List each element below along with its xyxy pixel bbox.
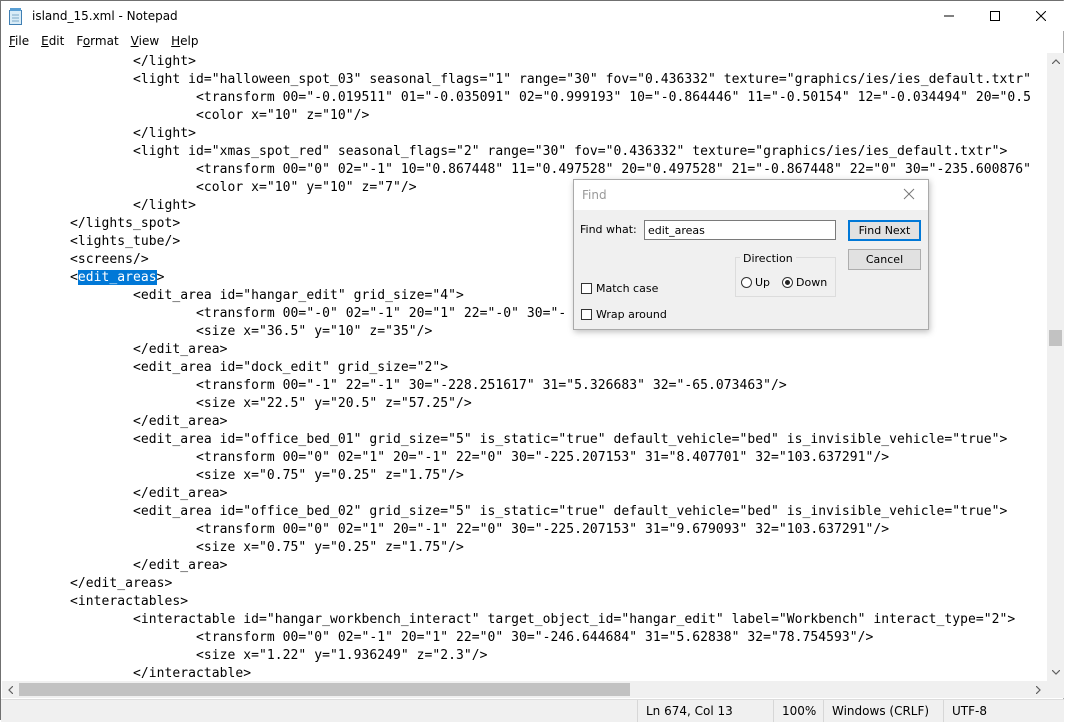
scroll-left-arrow[interactable] bbox=[2, 681, 19, 698]
menu-edit-rest: dit bbox=[48, 34, 65, 48]
minimize-button[interactable] bbox=[926, 1, 972, 31]
scroll-up-arrow[interactable] bbox=[1047, 53, 1064, 70]
wrap-around-box[interactable] bbox=[581, 309, 592, 320]
chevron-right-icon bbox=[1036, 685, 1041, 694]
code-line: <transform 00="0" 02="1" 20="-1" 22="0" … bbox=[7, 450, 890, 465]
code-line: <size x="22.5" y="20.5" z="57.25"/> bbox=[7, 396, 472, 411]
find-dialog-close-button[interactable] bbox=[903, 188, 917, 202]
code-line: </interactable> bbox=[7, 666, 252, 681]
find-dialog-title: Find bbox=[582, 188, 607, 202]
notepad-app-icon bbox=[9, 8, 23, 25]
direction-up-radio[interactable]: Up bbox=[741, 276, 770, 289]
code-line: </edit_area> bbox=[7, 342, 228, 357]
notepad-window: island_15.xml - Notepad File Edit Format… bbox=[0, 0, 1064, 722]
wrap-around-label: Wrap around bbox=[596, 308, 667, 321]
menu-file-rest: ile bbox=[15, 34, 30, 48]
scrollbar-corner bbox=[1047, 681, 1064, 698]
chevron-left-icon bbox=[8, 685, 13, 694]
direction-down-radio[interactable]: Down bbox=[782, 276, 827, 289]
code-line: <size x="1.22" y="1.936249" z="2.3"/> bbox=[7, 648, 488, 663]
title-bar: island_15.xml - Notepad bbox=[1, 1, 1064, 31]
vertical-scroll-thumb[interactable] bbox=[1049, 330, 1062, 346]
code-line: <transform 00="-1" 22="-1" 30="-228.2516… bbox=[7, 378, 787, 393]
horizontal-scrollbar[interactable] bbox=[2, 681, 1047, 698]
scroll-right-arrow[interactable] bbox=[1030, 681, 1047, 698]
direction-label: Direction bbox=[740, 252, 796, 265]
code-line: <edit_area id="office_bed_01" grid_size=… bbox=[7, 432, 1008, 447]
editor-content[interactable]: </light> <light id="halloween_spot_03" s… bbox=[7, 53, 1031, 681]
menu-edit[interactable]: Edit bbox=[41, 32, 64, 52]
menu-view[interactable]: View bbox=[131, 32, 159, 52]
code-line: <transform 00="0" 02="1" 20="-1" 22="0" … bbox=[7, 522, 890, 537]
code-line: </edit_area> bbox=[7, 486, 228, 501]
horizontal-scroll-thumb[interactable] bbox=[19, 683, 630, 696]
menu-help-accel: H bbox=[171, 34, 181, 48]
code-line: <interactables> bbox=[7, 594, 189, 609]
radio-down-circle[interactable] bbox=[782, 277, 793, 288]
selected-text: edit_areas bbox=[77, 270, 157, 285]
code-line: <light id="halloween_spot_03" seasonal_f… bbox=[7, 72, 1031, 87]
direction-up-label: Up bbox=[755, 276, 771, 289]
code-line: </edit_areas> bbox=[7, 576, 173, 591]
code-line: <edit_area id="office_bed_02" grid_size=… bbox=[7, 504, 1008, 519]
code-line: <size x="0.75" y="0.25" z="1.75"/> bbox=[7, 468, 464, 483]
close-icon bbox=[903, 188, 915, 200]
close-window-button[interactable] bbox=[1018, 1, 1064, 31]
status-encoding: UTF-8 bbox=[943, 700, 1064, 722]
cancel-button[interactable]: Cancel bbox=[848, 249, 921, 270]
find-what-input[interactable] bbox=[644, 220, 836, 240]
menu-help[interactable]: Help bbox=[171, 32, 198, 52]
menu-edit-accel: E bbox=[41, 34, 49, 48]
find-what-label: Find what: bbox=[580, 223, 637, 236]
menu-help-rest: elp bbox=[180, 34, 199, 48]
match-case-box[interactable] bbox=[581, 283, 592, 294]
code-line: </edit_area> bbox=[7, 414, 228, 429]
code-line: <size x="0.75" y="0.25" z="1.75"/> bbox=[7, 540, 464, 555]
menu-bar: File Edit Format View Help bbox=[1, 32, 1064, 52]
menu-view-accel: V bbox=[130, 34, 139, 48]
find-next-button[interactable]: Find Next bbox=[848, 220, 921, 241]
chevron-up-icon bbox=[1051, 59, 1060, 64]
code-line: <transform 00="0" 02="-1" 20="1" 22="0" … bbox=[7, 630, 874, 645]
radio-up-circle[interactable] bbox=[741, 277, 752, 288]
code-line: <interactable id="hangar_workbench_inter… bbox=[7, 612, 1016, 627]
chevron-down-icon bbox=[1051, 670, 1060, 675]
text-editor[interactable]: </light> <light id="halloween_spot_03" s… bbox=[2, 53, 1047, 681]
code-line: <edit_area id="dock_edit" grid_size="2"> bbox=[7, 360, 449, 375]
code-line: </edit_area> bbox=[7, 558, 228, 573]
status-cursor-position: Ln 674, Col 13 bbox=[637, 700, 773, 722]
maximize-icon bbox=[990, 11, 1000, 21]
menu-format[interactable]: Format bbox=[76, 32, 118, 52]
window-title: island_15.xml - Notepad bbox=[32, 9, 178, 23]
match-case-label: Match case bbox=[596, 282, 659, 295]
code-line: <light id="xmas_spot_red" seasonal_flags… bbox=[7, 144, 1008, 159]
status-zoom: 100% bbox=[773, 700, 823, 722]
find-dialog: Find Find what: Find Next Cancel Directi… bbox=[573, 179, 929, 330]
minimize-icon bbox=[944, 15, 954, 17]
match-case-checkbox[interactable]: Match case bbox=[581, 282, 658, 295]
menu-view-rest: iew bbox=[138, 34, 160, 48]
menu-format-rest: rmat bbox=[90, 34, 119, 48]
code-line: <transform 00="0" 02="-1" 10="0.867448" … bbox=[7, 162, 1031, 177]
find-dialog-titlebar[interactable]: Find bbox=[574, 180, 928, 210]
scroll-down-arrow[interactable] bbox=[1047, 664, 1064, 681]
code-line: <color x="10" z="10"/> bbox=[7, 108, 370, 123]
maximize-button[interactable] bbox=[972, 1, 1018, 31]
wrap-around-checkbox[interactable]: Wrap around bbox=[581, 308, 667, 321]
code-line: </light> bbox=[7, 126, 197, 141]
close-icon bbox=[1036, 11, 1046, 21]
status-bar: Ln 674, Col 13 100% Windows (CRLF) UTF-8 bbox=[1, 699, 1064, 722]
status-line-ending: Windows (CRLF) bbox=[823, 700, 943, 722]
code-line: <transform 00="-0.019511" 01="-0.035091"… bbox=[7, 90, 1031, 105]
direction-down-label: Down bbox=[796, 276, 828, 289]
code-line: </light> bbox=[7, 54, 197, 69]
menu-file[interactable]: File bbox=[9, 32, 29, 52]
vertical-scrollbar[interactable] bbox=[1047, 53, 1064, 681]
